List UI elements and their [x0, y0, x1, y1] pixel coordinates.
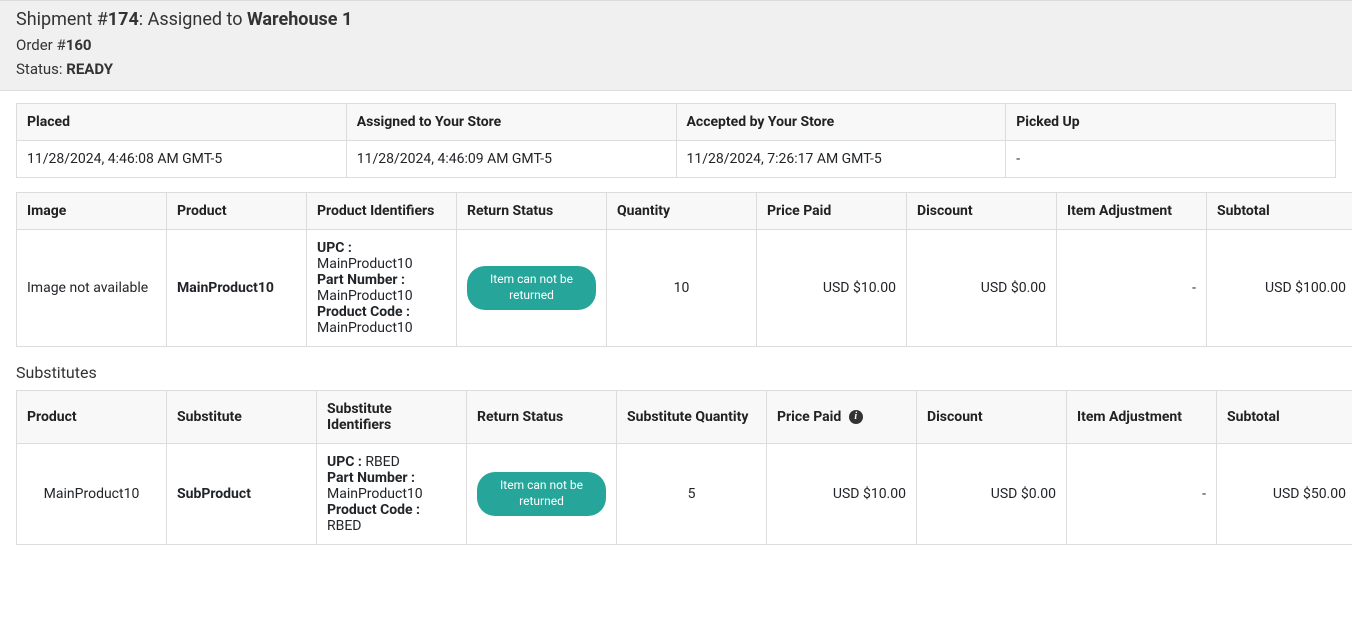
status-value: READY — [66, 60, 113, 78]
upc-value: MainProduct10 — [317, 256, 413, 272]
product-name: MainProduct10 — [177, 280, 274, 296]
sth-price-paid: Price Paid i — [767, 391, 917, 444]
code-value: MainProduct10 — [317, 320, 413, 336]
th-item-adjustment: Item Adjustment — [1057, 193, 1207, 230]
sth-product: Product — [17, 391, 167, 444]
substitute-row: MainProduct10 SubProduct UPC : RBED Part… — [17, 444, 1352, 545]
part-value: MainProduct10 — [317, 288, 413, 304]
s-upc-label: UPC : — [327, 454, 362, 470]
std-subtotal: USD $50.00 — [1217, 444, 1352, 545]
return-status-badge: Item can not be returned — [467, 266, 596, 309]
s-code-label: Product Code : — [327, 502, 420, 518]
shipment-number: 174 — [108, 9, 139, 30]
td-subtotal: USD $100.00 — [1207, 230, 1352, 347]
substitute-name: SubProduct — [177, 486, 251, 502]
timeline-table: Placed Assigned to Your Store Accepted b… — [16, 103, 1336, 178]
td-product: MainProduct10 — [167, 230, 307, 347]
td-item-adjustment: - — [1057, 230, 1207, 347]
order-number: 160 — [66, 36, 92, 54]
sth-quantity: Substitute Quantity — [617, 391, 767, 444]
sth-price-paid-label: Price Paid — [777, 409, 841, 425]
warehouse-name: Warehouse 1 — [247, 9, 352, 30]
part-label: Part Number : — [317, 272, 405, 288]
th-identifiers: Product Identifiers — [307, 193, 457, 230]
th-return-status: Return Status — [457, 193, 607, 230]
th-product: Product — [167, 193, 307, 230]
status-prefix: Status: — [16, 60, 66, 78]
th-image: Image — [17, 193, 167, 230]
th-subtotal: Subtotal — [1207, 193, 1352, 230]
std-item-adjustment: - — [1067, 444, 1217, 545]
upc-label: UPC : — [317, 240, 352, 256]
s-part-value: MainProduct10 — [327, 486, 423, 502]
info-icon[interactable]: i — [849, 410, 863, 424]
shipment-title: Shipment #174: Assigned to Warehouse 1 — [16, 9, 1336, 30]
std-product: MainProduct10 — [17, 444, 167, 545]
sth-item-adjustment: Item Adjustment — [1067, 391, 1217, 444]
sth-discount: Discount — [917, 391, 1067, 444]
th-pickedup: Picked Up — [1006, 104, 1336, 141]
std-price-paid: USD $10.00 — [767, 444, 917, 545]
std-quantity: 5 — [617, 444, 767, 545]
std-discount: USD $0.00 — [917, 444, 1067, 545]
th-quantity: Quantity — [607, 193, 757, 230]
shipment-prefix: Shipment # — [16, 9, 108, 30]
std-substitute: SubProduct — [167, 444, 317, 545]
substitutes-title: Substitutes — [16, 363, 1336, 382]
status-line: Status: READY — [16, 60, 1336, 78]
td-pickedup: - — [1006, 141, 1336, 178]
s-part-label: Part Number : — [327, 470, 415, 486]
sth-substitute: Substitute — [167, 391, 317, 444]
order-prefix: Order # — [16, 36, 66, 54]
substitutes-table: Product Substitute Substitute Identifier… — [16, 390, 1352, 545]
td-assigned: 11/28/2024, 4:46:09 AM GMT-5 — [346, 141, 676, 178]
td-image: Image not available — [17, 230, 167, 347]
assigned-prefix: : Assigned to — [139, 9, 247, 30]
std-identifiers: UPC : RBED Part Number : MainProduct10 P… — [317, 444, 467, 545]
code-label: Product Code : — [317, 304, 410, 320]
item-row: Image not available MainProduct10 UPC : … — [17, 230, 1352, 347]
th-discount: Discount — [907, 193, 1057, 230]
shipment-header: Shipment #174: Assigned to Warehouse 1 O… — [0, 0, 1352, 91]
th-accepted: Accepted by Your Store — [676, 104, 1006, 141]
td-placed: 11/28/2024, 4:46:08 AM GMT-5 — [17, 141, 347, 178]
th-placed: Placed — [17, 104, 347, 141]
td-quantity: 10 — [607, 230, 757, 347]
sub-return-status-badge: Item can not be returned — [477, 472, 606, 515]
sth-return-status: Return Status — [467, 391, 617, 444]
sth-subtotal: Subtotal — [1217, 391, 1352, 444]
s-upc-value: RBED — [365, 454, 400, 470]
std-return-status: Item can not be returned — [467, 444, 617, 545]
order-line: Order #160 — [16, 36, 1336, 54]
td-accepted: 11/28/2024, 7:26:17 AM GMT-5 — [676, 141, 1006, 178]
s-code-value: RBED — [327, 518, 362, 534]
sth-identifiers: Substitute Identifiers — [317, 391, 467, 444]
timeline-row: 11/28/2024, 4:46:08 AM GMT-5 11/28/2024,… — [17, 141, 1336, 178]
td-discount: USD $0.00 — [907, 230, 1057, 347]
td-return-status: Item can not be returned — [457, 230, 607, 347]
th-assigned: Assigned to Your Store — [346, 104, 676, 141]
td-identifiers: UPC : MainProduct10 Part Number : MainPr… — [307, 230, 457, 347]
td-price-paid: USD $10.00 — [757, 230, 907, 347]
items-table: Image Product Product Identifiers Return… — [16, 192, 1352, 347]
th-price-paid: Price Paid — [757, 193, 907, 230]
